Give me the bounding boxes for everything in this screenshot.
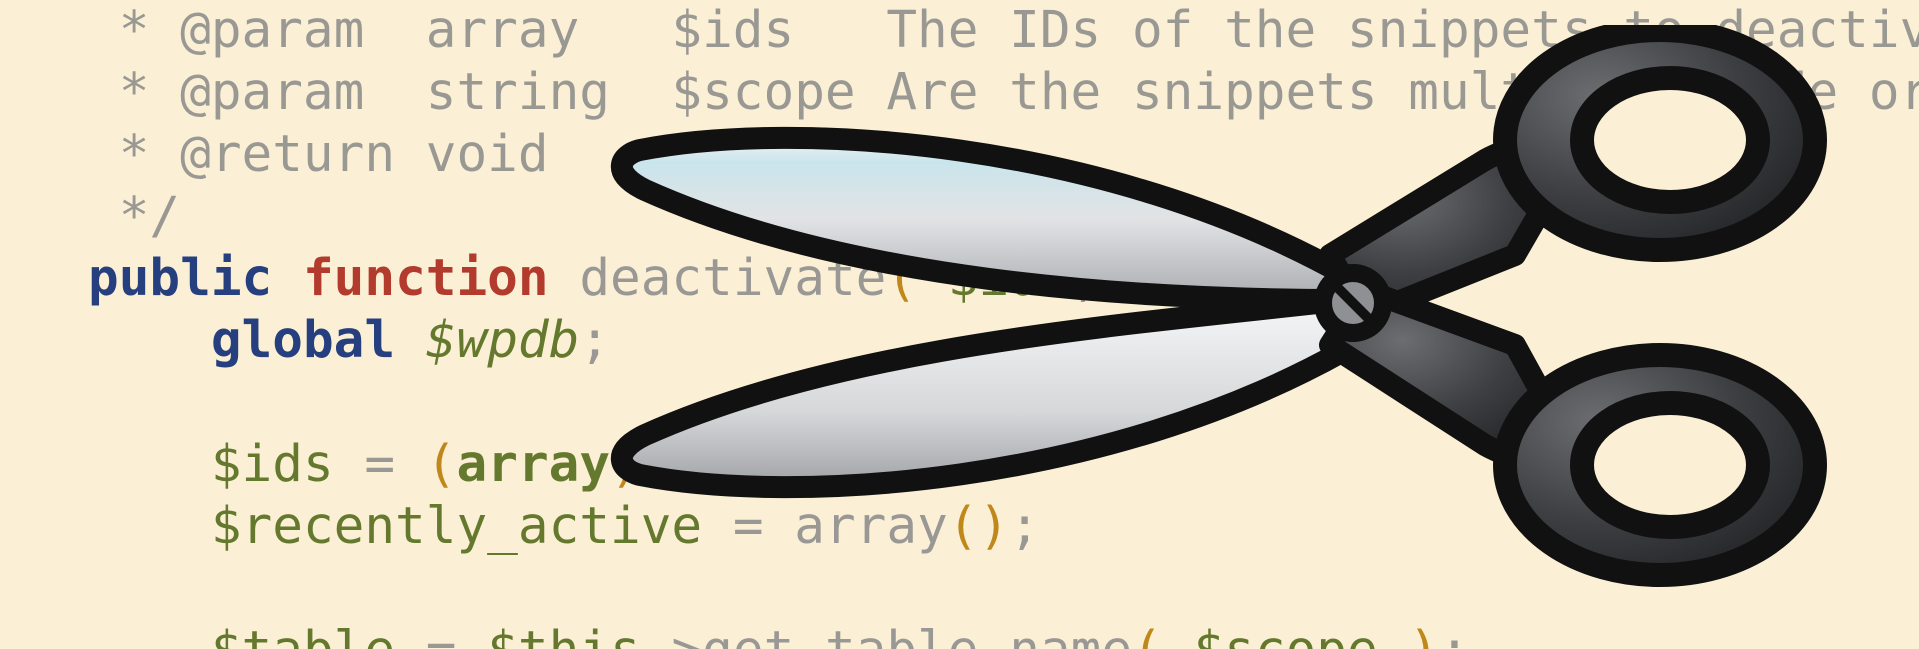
semicolon: ; <box>794 435 825 494</box>
keyword-global: global <box>211 311 395 370</box>
fn-get-table-name: get_table_name <box>702 621 1132 649</box>
code-image: * @param array $ids The IDs of the snipp… <box>0 0 1919 649</box>
indent <box>88 435 211 494</box>
var-wpdb: $wpdb <box>426 311 580 370</box>
semicolon: ; <box>579 311 610 370</box>
code-block: * @param array $ids The IDs of the snipp… <box>0 0 1919 649</box>
fn-array: array <box>794 497 948 556</box>
var-recently-active: $recently_active <box>211 497 702 556</box>
equals: = <box>364 435 395 494</box>
var-table: $table <box>211 621 395 649</box>
paren-open: ( <box>948 497 979 556</box>
var-scope-partial: $sc <box>1132 249 1224 308</box>
paren-open: ( <box>426 435 457 494</box>
comma: , <box>1071 249 1132 308</box>
var-scope: $scope <box>1193 621 1377 649</box>
paren-close: ) <box>1378 621 1439 649</box>
var-ids: $ids <box>948 249 1071 308</box>
comment-line-3: * @return void <box>88 125 549 184</box>
var-ids-2: $ids <box>672 435 795 494</box>
var-ids: $ids <box>211 435 334 494</box>
indent <box>88 311 211 370</box>
semicolon: ; <box>1439 621 1470 649</box>
comment-line-4: */ <box>88 187 180 246</box>
keyword-function: function <box>303 249 549 308</box>
cast-array: array <box>457 435 611 494</box>
semicolon: ; <box>1009 497 1040 556</box>
var-this: $this <box>487 621 641 649</box>
arrow-op: -> <box>641 621 702 649</box>
paren-close: ) <box>610 435 641 494</box>
function-name: deactivate <box>579 249 886 308</box>
equals: = <box>426 621 457 649</box>
paren-close: ) <box>979 497 1010 556</box>
keyword-public: public <box>88 249 272 308</box>
equals: = <box>733 497 764 556</box>
indent <box>88 497 211 556</box>
paren-open: ( <box>886 249 947 308</box>
comment-line-2: * @param string $scope Are the snippets … <box>88 63 1919 122</box>
indent <box>88 621 211 649</box>
comment-line-1: * @param array $ids The IDs of the snipp… <box>88 1 1919 60</box>
paren-open: ( <box>1132 621 1193 649</box>
